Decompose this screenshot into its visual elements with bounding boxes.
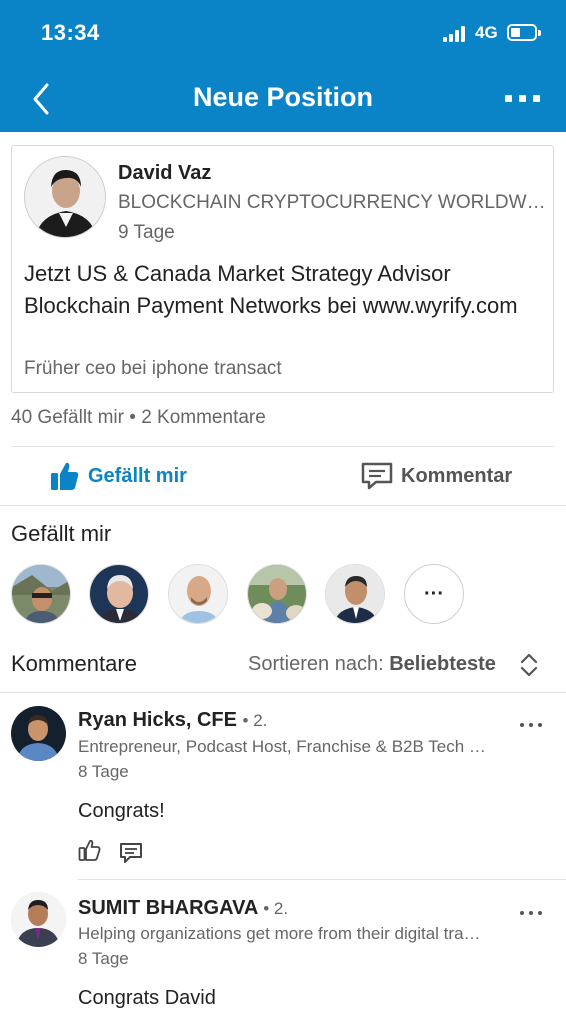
network-type: 4G [475,23,498,42]
comment-button-label: Kommentar [401,464,513,487]
commenter-avatar[interactable] [11,892,66,947]
sort-label: Sortieren nach: [248,653,384,675]
comment-icon[interactable] [119,842,143,869]
divider [11,446,554,447]
comment-text: Congrats David [78,987,216,1009]
author-headline: BLOCKCHAIN CRYPTOCURRENCY WORLDWIDE [118,192,546,213]
comment-timestamp: 8 Tage [78,949,129,968]
comment-button[interactable]: Kommentar [361,452,512,500]
like-button[interactable]: Gefällt mir [50,452,187,500]
status-bar: 13:34 4G [0,0,566,66]
post-subtext: Früher ceo bei iphone transact [24,358,282,379]
author-avatar[interactable] [24,156,106,238]
page-title: Neue Position [192,82,374,112]
commenter-name[interactable]: SUMIT BHARGAVA • 2. [78,897,288,920]
post-timestamp: 9 Tage [118,222,175,243]
liker-avatar[interactable] [168,564,228,624]
commenter-headline: Entrepreneur, Podcast Host, Franchise & … [78,737,488,756]
comment-text: Congrats! [78,800,165,822]
liker-avatar[interactable] [89,564,149,624]
divider [0,692,566,693]
thumbs-up-icon [51,462,79,490]
battery-icon [507,24,541,41]
commenter-avatar[interactable] [11,706,66,761]
likes-section-title: Gefällt mir [11,521,112,546]
status-time: 13:34 [41,20,100,45]
author-name[interactable]: David Vaz [118,162,211,185]
commenter-headline: Helping organizations get more from thei… [78,924,488,943]
signal-icon [443,25,469,42]
nav-bar: Neue Position [0,66,566,132]
commenter-name-text: SUMIT BHARGAVA [78,897,258,919]
liker-avatar[interactable] [325,564,385,624]
commenter-name-text: Ryan Hicks, CFE [78,709,237,731]
sort-control[interactable]: Sortieren nach: Beliebteste [248,653,496,676]
more-horizontal-icon[interactable] [505,95,541,103]
comment-timestamp: 8 Tage [78,762,129,781]
divider [0,505,566,506]
connection-degree: • 2. [242,711,268,730]
top-bar: 13:34 4G Neue Position [0,0,566,132]
more-horizontal-icon[interactable] [520,723,544,729]
divider [78,879,566,880]
sort-value: Beliebteste [389,653,496,675]
connection-degree: • 2. [263,899,289,918]
thumbs-up-icon[interactable] [78,838,102,867]
more-likers-button[interactable]: ··· [404,564,464,624]
sort-icon[interactable] [518,652,540,678]
commenter-name[interactable]: Ryan Hicks, CFE • 2. [78,709,267,732]
liker-avatar[interactable] [247,564,307,624]
liker-avatar[interactable] [11,564,71,624]
post-card[interactable]: David Vaz BLOCKCHAIN CRYPTOCURRENCY WORL… [11,145,554,393]
post-stats[interactable]: 40 Gefällt mir • 2 Kommentare [11,407,266,429]
more-horizontal-icon[interactable] [520,911,544,917]
like-button-label: Gefällt mir [88,464,187,487]
comment-icon [361,462,393,490]
comments-section-title: Kommentare [11,651,137,676]
post-text: Jetzt US & Canada Market Strategy Adviso… [24,261,518,318]
